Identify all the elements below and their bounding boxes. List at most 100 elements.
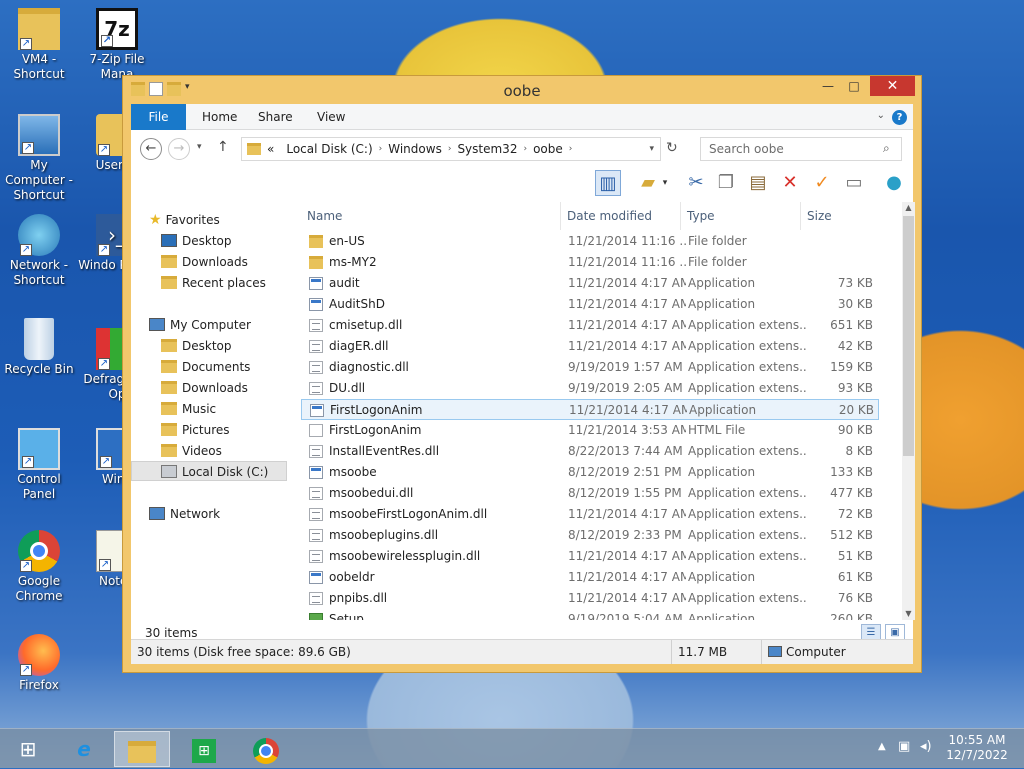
file-size: 477 KB [830,486,873,500]
nav-pc-pictures[interactable]: Pictures [161,420,230,440]
nav-pc-downloads[interactable]: Downloads [161,378,248,398]
desktop-icon-recycle-bin[interactable]: Recycle Bin [0,318,78,377]
desktop-icon-7zip[interactable]: 7z ↗ 7-Zip File Mana [78,8,156,82]
table-row[interactable]: pnpibs.dll 11/21/2014 4:17 AM Application … [301,588,879,609]
nav-pc-music[interactable]: Music [161,399,216,419]
table-row[interactable]: msoobeplugins.dll 8/12/2019 2:33 PM Applic… [301,525,879,546]
table-row[interactable]: diagnostic.dll 9/19/2019 1:57 AM Applicati… [301,357,879,378]
table-row[interactable]: FirstLogonAnim 11/21/2014 3:53 AM HTML Fil… [301,420,879,441]
vertical-scrollbar[interactable]: ▲ ▼ [902,202,915,620]
forward-button[interactable]: → [168,138,190,160]
refresh-icon[interactable]: ↻ [666,140,678,156]
folder-options-icon[interactable]: ▰ [635,170,661,196]
maximize-button[interactable]: □ [841,76,867,96]
close-button[interactable]: ✕ [870,76,915,96]
network-icon[interactable]: ▣ [898,739,910,754]
table-row[interactable]: cmisetup.dll 11/21/2014 4:17 AM Applicatio… [301,315,879,336]
taskbar-chrome[interactable] [238,731,294,767]
volume-icon[interactable]: ◂) [920,739,932,754]
desktop-icon-my-computer[interactable]: ↗ My Computer - Shortcut [0,114,78,203]
tab-file[interactable]: File [131,104,186,130]
nav-fav-recent-places[interactable]: Recent places [161,273,266,293]
nav-pc-videos[interactable]: Videos [161,441,222,461]
cut-icon[interactable]: ✂ [683,170,709,196]
table-row[interactable]: Setup 9/19/2019 5:04 AM Application 260 KB [301,609,879,620]
breadcrumb-system32[interactable]: System32 [451,142,523,156]
file-type: Application [689,403,757,417]
desktop-icon-label: Firefox [19,678,59,692]
breadcrumb-windows[interactable]: Windows [382,142,448,156]
title-bar[interactable]: ▾ oobe — □ ✕ [123,76,921,104]
nav-network[interactable]: Network [149,504,220,524]
back-button[interactable]: ← [140,138,162,160]
taskbar-store[interactable]: ⊞ [176,731,232,767]
check-icon[interactable]: ✓ [809,170,835,196]
rename-icon[interactable]: ▭ [841,170,867,196]
help-button[interactable]: ? [892,110,907,125]
preview-pane-icon[interactable]: ▥ [595,170,621,196]
desktop-icon-control-panel[interactable]: ↗ Control Panel [0,428,78,502]
scroll-down-icon[interactable]: ▼ [902,608,915,620]
file-date: 8/22/2013 7:44 AM [568,444,683,458]
search-input[interactable]: Search oobe [700,137,902,161]
chevron-up-icon[interactable]: ▲ [878,741,886,752]
paste-icon[interactable]: ▤ [745,170,771,196]
taskbar-file-explorer[interactable] [114,731,170,767]
breadcrumb-overflow[interactable]: « [261,142,280,156]
breadcrumb-local-disk[interactable]: Local Disk (C:) [280,142,378,156]
table-row[interactable]: msoobe 8/12/2019 2:51 PM Application 133 KB [301,462,879,483]
scroll-up-icon[interactable]: ▲ [902,202,915,214]
table-row[interactable]: msoobewirelessplugin.dll 11/21/2014 4:17 … [301,546,879,567]
tab-home[interactable]: Home [188,104,251,130]
chevron-down-icon[interactable]: ▾ [649,144,654,154]
file-date: 11/21/2014 4:17 AM [569,403,687,417]
nav-pc-desktop[interactable]: Desktop [161,336,232,356]
recent-locations-icon[interactable]: ▾ [197,142,202,152]
start-button[interactable]: ⊞ [0,731,56,767]
desktop-icon-vm4[interactable]: ↗ VM4 - Shortcut [0,8,78,82]
table-row[interactable]: oobeldr 11/21/2014 4:17 AM Application 61 K… [301,567,879,588]
table-row[interactable]: FirstLogonAnim 11/21/2014 4:17 AM Applicat… [301,399,879,420]
search-icon: ⌕ [883,141,890,155]
nav-fav-downloads[interactable]: Downloads [161,252,248,272]
minimize-button[interactable]: — [815,76,841,96]
breadcrumb-oobe[interactable]: oobe [527,142,569,156]
nav-pc-local-disk[interactable]: Local Disk (C:) [131,461,287,481]
copy-icon[interactable]: ❐ [713,170,739,196]
nav-pc-documents[interactable]: Documents [161,357,250,377]
table-row[interactable]: InstallEventRes.dll 8/22/2013 7:44 AM Appl… [301,441,879,462]
column-header-type[interactable]: Type [681,202,801,230]
expand-ribbon-icon[interactable]: ⌄ [877,110,885,121]
desktop-icon-chrome[interactable]: ↗ Google Chrome [0,530,78,604]
nav-my-computer[interactable]: My Computer [149,315,251,335]
column-header-size[interactable]: Size [801,202,881,230]
file-name: FirstLogonAnim [330,403,423,417]
tab-share[interactable]: Share [244,104,307,130]
column-header-date[interactable]: Date modified [561,202,681,230]
tab-view[interactable]: View [303,104,359,130]
taskbar-internet-explorer[interactable]: e [56,731,112,767]
globe-icon[interactable]: ● [881,170,907,196]
nav-fav-desktop[interactable]: Desktop [161,231,232,251]
scrollbar-thumb[interactable] [903,216,914,456]
up-arrow-icon[interactable]: ↑ [217,139,229,155]
nav-favorites[interactable]: ★ Favorites [149,210,220,230]
table-row[interactable]: msoobedui.dll 8/12/2019 1:55 PM Applicatio… [301,483,879,504]
chevron-down-icon[interactable]: ▾ [659,170,671,196]
table-row[interactable]: msoobeFirstLogonAnim.dll 11/21/2014 4:17 … [301,504,879,525]
app-icon [309,298,323,311]
table-row[interactable]: DU.dll 9/19/2019 2:05 AM Application exten… [301,378,879,399]
table-row[interactable]: en-US 11/21/2014 11:16 ... File folder [301,231,879,252]
table-row[interactable]: audit 11/21/2014 4:17 AM Application 73 KB [301,273,879,294]
file-size: 651 KB [830,318,873,332]
table-row[interactable]: AuditShD 11/21/2014 4:17 AM Application 30 … [301,294,879,315]
table-row[interactable]: ms-MY2 11/21/2014 11:16 ... File folder [301,252,879,273]
delete-icon[interactable]: ✕ [777,170,803,196]
address-bar[interactable]: « Local Disk (C:) › Windows › System32 ›… [241,137,661,161]
clock[interactable]: 10:55 AM 12/7/2022 [946,733,1008,763]
chevron-right-icon[interactable]: › [569,144,573,154]
nav-item-label: Recent places [182,276,266,290]
table-row[interactable]: diagER.dll 11/21/2014 4:17 AM Application … [301,336,879,357]
desktop-icon-network[interactable]: ↗ Network - Shortcut [0,214,78,288]
desktop-icon-firefox[interactable]: ↗ Firefox [0,634,78,693]
